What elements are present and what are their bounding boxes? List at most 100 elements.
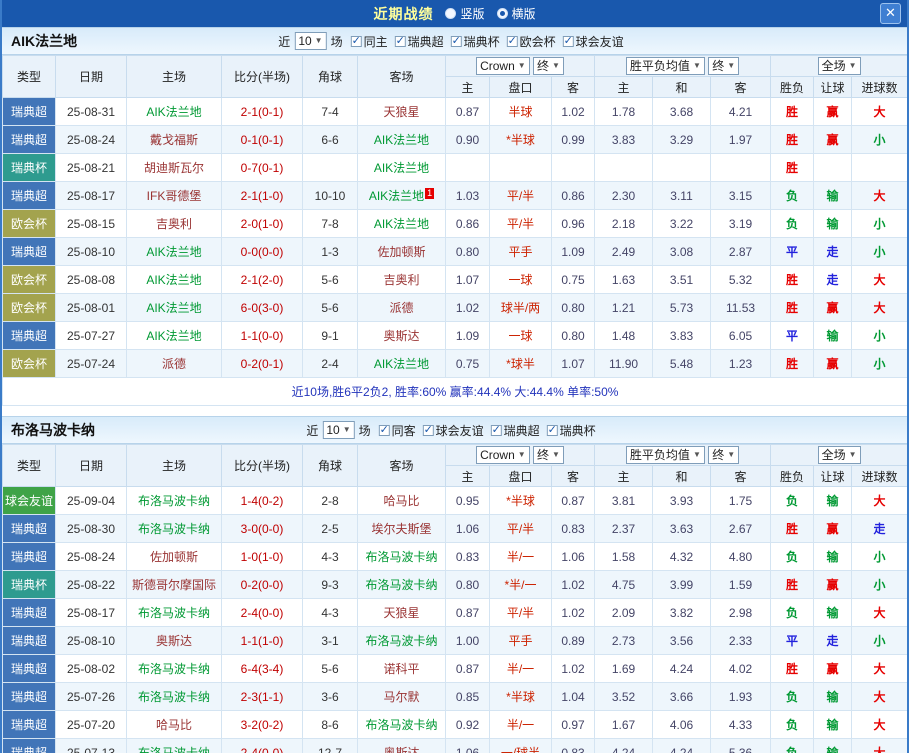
match-date: 25-08-17 bbox=[55, 598, 127, 627]
checkbox-label: 瑞典超 bbox=[503, 423, 540, 438]
wdl-result: 负 bbox=[770, 209, 815, 238]
league-filter-checkbox[interactable]: 欧会杯 bbox=[506, 33, 556, 50]
wdl-result: 负 bbox=[770, 598, 815, 627]
close-button[interactable]: ✕ bbox=[880, 3, 901, 24]
team-section-header-2: 布洛马波卡纳 近 10 ▼ 场 同客 球会友谊 瑞典超 瑞典杯 bbox=[2, 416, 907, 444]
col-handicap: 盘口 bbox=[489, 465, 552, 487]
away-team[interactable]: AIK法兰地 bbox=[357, 209, 446, 238]
home-team[interactable]: 斯德哥尔摩国际 bbox=[126, 570, 222, 599]
home-team[interactable]: IFK哥德堡 bbox=[126, 181, 222, 210]
home-team[interactable]: AIK法兰地 bbox=[126, 321, 222, 350]
handicap-line: *半球 bbox=[489, 486, 552, 515]
home-team[interactable]: 布洛马波卡纳 bbox=[126, 682, 222, 711]
games-label: 场 bbox=[330, 34, 343, 49]
goals-result bbox=[851, 153, 907, 182]
wdl-result: 胜 bbox=[770, 125, 815, 154]
layout-option-horizontal[interactable]: 横版 bbox=[496, 5, 536, 22]
avg-away-odds: 2.98 bbox=[710, 598, 772, 627]
away-team[interactable]: 埃尔夫斯堡 bbox=[357, 514, 446, 543]
final-odds-select-1[interactable]: 终 ▼ bbox=[533, 57, 564, 75]
checkbox-label: 瑞典杯 bbox=[559, 423, 596, 438]
avg-draw-odds: 5.73 bbox=[652, 293, 712, 322]
away-team[interactable]: 布洛马波卡纳 bbox=[357, 570, 446, 599]
league-filter-checkbox[interactable]: 同客 bbox=[378, 422, 416, 439]
league-filter-checkbox[interactable]: 球会友谊 bbox=[422, 422, 484, 439]
matches-table-2: 类型 日期 主场 比分(半场) 角球 客场 Crown ▼ 终 ▼ 胜平负均值 ▼ 终… bbox=[2, 444, 907, 753]
handicap-result: 输 bbox=[813, 710, 853, 739]
match-count-select[interactable]: 10 ▼ bbox=[322, 421, 355, 439]
avg-away-odds: 4.33 bbox=[710, 710, 772, 739]
match-date: 25-08-30 bbox=[55, 514, 127, 543]
bookmaker-select[interactable]: Crown ▼ bbox=[476, 57, 530, 75]
chevron-down-icon: ▼ bbox=[692, 450, 701, 459]
home-team[interactable]: 布洛马波卡纳 bbox=[126, 738, 222, 753]
handicap-away-odds: 0.80 bbox=[550, 321, 596, 350]
away-team[interactable]: 天狼星 bbox=[357, 97, 446, 126]
away-team[interactable]: 哈马比 bbox=[357, 486, 446, 515]
handicap-away-odds: 1.07 bbox=[550, 349, 596, 378]
home-team[interactable]: AIK法兰地 bbox=[126, 293, 222, 322]
home-team[interactable]: 戴戈福斯 bbox=[126, 125, 222, 154]
away-team[interactable]: AIK法兰地 bbox=[357, 125, 446, 154]
avg-away-odds: 1.97 bbox=[710, 125, 772, 154]
home-team[interactable]: 布洛马波卡纳 bbox=[126, 486, 222, 515]
home-team[interactable]: 布洛马波卡纳 bbox=[126, 654, 222, 683]
home-team[interactable]: 佐加顿斯 bbox=[126, 542, 222, 571]
league-filter-checkbox[interactable]: 同主 bbox=[350, 33, 388, 50]
league-filter-checkbox[interactable]: 球会友谊 bbox=[562, 33, 624, 50]
away-team[interactable]: 佐加顿斯 bbox=[357, 237, 446, 266]
league-filter-checkbox[interactable]: 瑞典杯 bbox=[450, 33, 500, 50]
handicap-home-odds: 0.83 bbox=[445, 542, 490, 571]
match-count-select[interactable]: 10 ▼ bbox=[294, 32, 327, 50]
col-avg-away: 客 bbox=[710, 465, 772, 487]
away-team[interactable]: 诺科平 bbox=[357, 654, 446, 683]
home-team[interactable]: 吉奥利 bbox=[126, 209, 222, 238]
checkbox-label: 欧会杯 bbox=[519, 34, 556, 49]
away-team[interactable]: 布洛马波卡纳 bbox=[357, 542, 446, 571]
home-team[interactable]: 奥斯达 bbox=[126, 626, 222, 655]
col-away: 客场 bbox=[357, 444, 446, 487]
home-team[interactable]: AIK法兰地 bbox=[126, 97, 222, 126]
away-team[interactable]: 奥斯达 bbox=[357, 738, 446, 753]
fullmatch-select[interactable]: 全场 ▼ bbox=[817, 446, 861, 464]
away-team[interactable]: 奥斯达 bbox=[357, 321, 446, 350]
home-team[interactable]: AIK法兰地 bbox=[126, 265, 222, 294]
final-odds-select-2[interactable]: 终 ▼ bbox=[708, 446, 740, 464]
avg-draw-odds: 3.29 bbox=[652, 125, 712, 154]
fullmatch-select[interactable]: 全场 ▼ bbox=[817, 57, 861, 75]
away-team[interactable]: 布洛马波卡纳 bbox=[357, 710, 446, 739]
league-badge: 欧会杯 bbox=[2, 209, 56, 238]
league-filter-checkbox[interactable]: 瑞典超 bbox=[394, 33, 444, 50]
match-score: 0-1(0-1) bbox=[221, 125, 303, 154]
home-team[interactable]: AIK法兰地 bbox=[126, 237, 222, 266]
away-team[interactable]: 布洛马波卡纳 bbox=[357, 626, 446, 655]
home-team[interactable]: 布洛马波卡纳 bbox=[126, 598, 222, 627]
league-filter-checkbox[interactable]: 瑞典超 bbox=[490, 422, 540, 439]
handicap-line: 一球 bbox=[489, 321, 552, 350]
away-team[interactable]: 吉奥利 bbox=[357, 265, 446, 294]
league-filter-checkbox[interactable]: 瑞典杯 bbox=[546, 422, 596, 439]
away-team[interactable]: 天狼星 bbox=[357, 598, 446, 627]
bookmaker-select[interactable]: Crown ▼ bbox=[476, 446, 530, 464]
home-team[interactable]: 布洛马波卡纳 bbox=[126, 514, 222, 543]
match-date: 25-08-22 bbox=[55, 570, 127, 599]
home-team[interactable]: 胡迪斯瓦尔 bbox=[126, 153, 222, 182]
avg-odds-select[interactable]: 胜平负均值 ▼ bbox=[625, 57, 705, 75]
wdl-result: 负 bbox=[770, 542, 815, 571]
match-score: 2-4(0-0) bbox=[221, 598, 303, 627]
wdl-result: 胜 bbox=[770, 97, 815, 126]
away-team[interactable]: 派德 bbox=[357, 293, 446, 322]
handicap-line bbox=[489, 153, 552, 182]
layout-option-vertical[interactable]: 竖版 bbox=[445, 5, 485, 22]
home-team[interactable]: 哈马比 bbox=[126, 710, 222, 739]
handicap-away-odds: 1.02 bbox=[550, 654, 596, 683]
avg-odds-select[interactable]: 胜平负均值 ▼ bbox=[625, 446, 705, 464]
away-team[interactable]: AIK法兰地 bbox=[357, 349, 446, 378]
final-odds-select-1[interactable]: 终 ▼ bbox=[533, 446, 564, 464]
home-team[interactable]: 派德 bbox=[126, 349, 222, 378]
final-odds-select-2[interactable]: 终 ▼ bbox=[708, 57, 740, 75]
away-team[interactable]: AIK法兰地 1 bbox=[357, 181, 446, 210]
away-team[interactable]: AIK法兰地 bbox=[357, 153, 446, 182]
match-date: 25-08-08 bbox=[55, 265, 127, 294]
away-team[interactable]: 马尔默 bbox=[357, 682, 446, 711]
